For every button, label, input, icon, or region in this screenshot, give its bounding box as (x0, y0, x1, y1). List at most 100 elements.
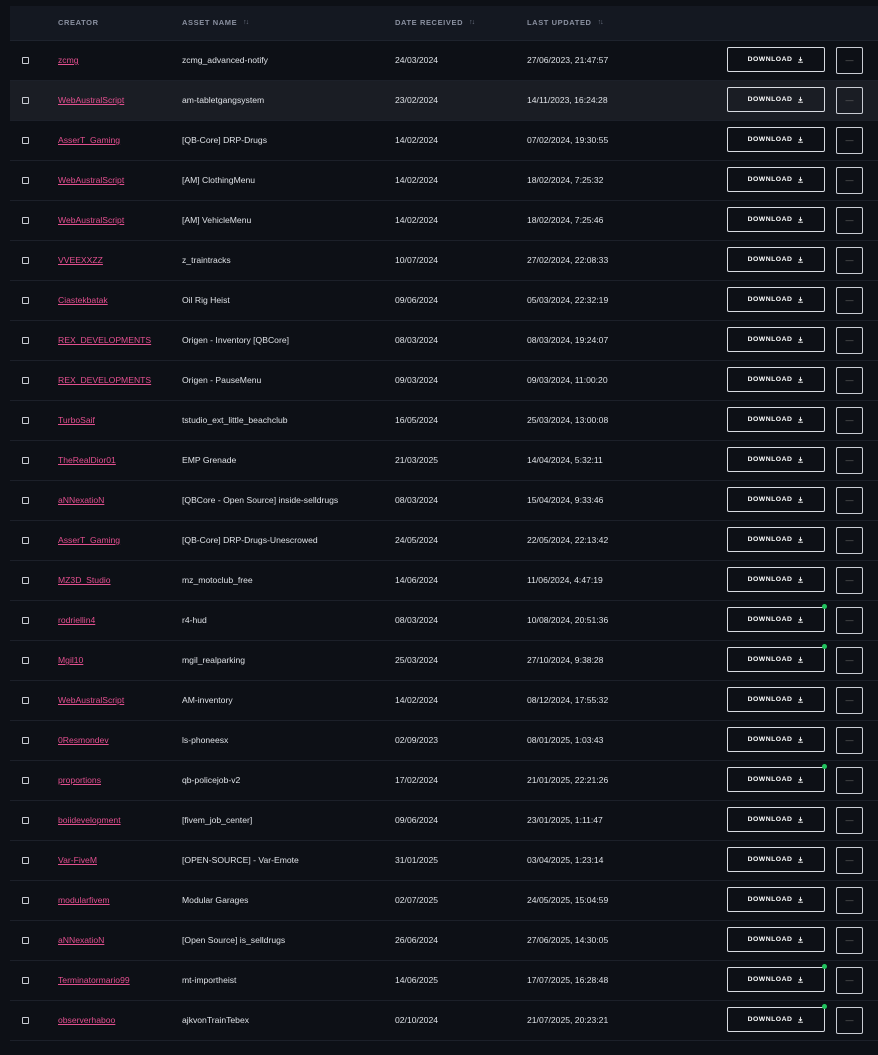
row-checkbox[interactable] (22, 617, 29, 624)
download-button[interactable]: DOWNLOAD (727, 87, 825, 112)
column-header-asset-name[interactable]: ASSET NAME ↑↓ (182, 18, 249, 27)
creator-link[interactable]: TheRealDior01 (58, 455, 116, 465)
download-button[interactable]: DOWNLOAD (727, 327, 825, 352)
row-checkbox[interactable] (22, 817, 29, 824)
row-checkbox[interactable] (22, 177, 29, 184)
creator-link[interactable]: WebAustralScript (58, 695, 124, 705)
download-button[interactable]: DOWNLOAD (727, 647, 825, 672)
creator-link[interactable]: Terminatormario99 (58, 975, 130, 985)
creator-link[interactable]: Var-FiveM (58, 855, 97, 865)
creator-link[interactable]: aNNexatioN (58, 495, 104, 505)
download-button[interactable]: DOWNLOAD (727, 247, 825, 272)
download-button[interactable]: DOWNLOAD (727, 927, 825, 952)
more-options-button[interactable]: — (836, 87, 863, 114)
column-header-last-updated[interactable]: LAST UPDATED ↑↓ (527, 18, 604, 27)
creator-link[interactable]: REX_DEVELOPMENTS (58, 375, 151, 385)
row-checkbox[interactable] (22, 497, 29, 504)
creator-link[interactable]: Mgil10 (58, 655, 83, 665)
row-checkbox[interactable] (22, 337, 29, 344)
creator-link[interactable]: AsserT_Gaming (58, 135, 120, 145)
sort-icon[interactable]: ↑↓ (598, 19, 604, 26)
creator-link[interactable]: zcmg (58, 55, 79, 65)
creator-link[interactable]: TurboSaif (58, 415, 95, 425)
more-options-button[interactable]: — (836, 287, 863, 314)
creator-link[interactable]: REX_DEVELOPMENTS (58, 335, 151, 345)
creator-link[interactable]: modularfivem (58, 895, 110, 905)
creator-link[interactable]: observerhaboo (58, 1015, 115, 1025)
more-options-button[interactable]: — (836, 567, 863, 594)
row-checkbox[interactable] (22, 377, 29, 384)
row-checkbox[interactable] (22, 257, 29, 264)
download-button[interactable]: DOWNLOAD (727, 1007, 825, 1032)
more-options-button[interactable]: — (836, 487, 863, 514)
row-checkbox[interactable] (22, 577, 29, 584)
download-button[interactable]: DOWNLOAD (727, 487, 825, 512)
sort-icon[interactable]: ↑↓ (469, 19, 475, 26)
more-options-button[interactable]: — (836, 247, 863, 274)
more-options-button[interactable]: — (836, 1007, 863, 1034)
more-options-button[interactable]: — (836, 607, 863, 634)
more-options-button[interactable]: — (836, 927, 863, 954)
download-button[interactable]: DOWNLOAD (727, 367, 825, 392)
download-button[interactable]: DOWNLOAD (727, 887, 825, 912)
creator-link[interactable]: WebAustralScript (58, 215, 124, 225)
row-checkbox[interactable] (22, 297, 29, 304)
column-header-creator[interactable]: CREATOR (58, 18, 99, 27)
row-checkbox[interactable] (22, 217, 29, 224)
download-button[interactable]: DOWNLOAD (727, 127, 825, 152)
row-checkbox[interactable] (22, 857, 29, 864)
creator-link[interactable]: aNNexatioN (58, 935, 104, 945)
row-checkbox[interactable] (22, 1017, 29, 1024)
more-options-button[interactable]: — (836, 767, 863, 794)
creator-link[interactable]: AsserT_Gaming (58, 535, 120, 545)
more-options-button[interactable]: — (836, 207, 863, 234)
creator-link[interactable]: MZ3D_Studio (58, 575, 111, 585)
more-options-button[interactable]: — (836, 887, 863, 914)
row-checkbox[interactable] (22, 657, 29, 664)
download-button[interactable]: DOWNLOAD (727, 807, 825, 832)
creator-link[interactable]: WebAustralScript (58, 175, 124, 185)
row-checkbox[interactable] (22, 57, 29, 64)
download-button[interactable]: DOWNLOAD (727, 607, 825, 632)
creator-link[interactable]: 0Resmondev (58, 735, 109, 745)
download-button[interactable]: DOWNLOAD (727, 287, 825, 312)
row-checkbox[interactable] (22, 777, 29, 784)
row-checkbox[interactable] (22, 697, 29, 704)
creator-link[interactable]: rodriellin4 (58, 615, 95, 625)
download-button[interactable]: DOWNLOAD (727, 767, 825, 792)
creator-link[interactable]: proportions (58, 775, 101, 785)
row-checkbox[interactable] (22, 137, 29, 144)
row-checkbox[interactable] (22, 537, 29, 544)
row-checkbox[interactable] (22, 97, 29, 104)
column-header-date-received[interactable]: DATE RECEIVED ↑↓ (395, 18, 475, 27)
creator-link[interactable]: boiidevelopment (58, 815, 121, 825)
download-button[interactable]: DOWNLOAD (727, 687, 825, 712)
more-options-button[interactable]: — (836, 807, 863, 834)
download-button[interactable]: DOWNLOAD (727, 207, 825, 232)
row-checkbox[interactable] (22, 977, 29, 984)
creator-link[interactable]: VVEEXXZZ (58, 255, 103, 265)
more-options-button[interactable]: — (836, 687, 863, 714)
download-button[interactable]: DOWNLOAD (727, 527, 825, 552)
more-options-button[interactable]: — (836, 527, 863, 554)
row-checkbox[interactable] (22, 457, 29, 464)
row-checkbox[interactable] (22, 417, 29, 424)
row-checkbox[interactable] (22, 937, 29, 944)
more-options-button[interactable]: — (836, 727, 863, 754)
download-button[interactable]: DOWNLOAD (727, 847, 825, 872)
download-button[interactable]: DOWNLOAD (727, 967, 825, 992)
download-button[interactable]: DOWNLOAD (727, 567, 825, 592)
row-checkbox[interactable] (22, 737, 29, 744)
more-options-button[interactable]: — (836, 127, 863, 154)
download-button[interactable]: DOWNLOAD (727, 407, 825, 432)
creator-link[interactable]: Ciastekbatak (58, 295, 108, 305)
more-options-button[interactable]: — (836, 167, 863, 194)
more-options-button[interactable]: — (836, 967, 863, 994)
download-button[interactable]: DOWNLOAD (727, 47, 825, 72)
more-options-button[interactable]: — (836, 647, 863, 674)
sort-icon[interactable]: ↑↓ (243, 19, 249, 26)
more-options-button[interactable]: — (836, 447, 863, 474)
more-options-button[interactable]: — (836, 327, 863, 354)
more-options-button[interactable]: — (836, 367, 863, 394)
creator-link[interactable]: WebAustralScript (58, 95, 124, 105)
